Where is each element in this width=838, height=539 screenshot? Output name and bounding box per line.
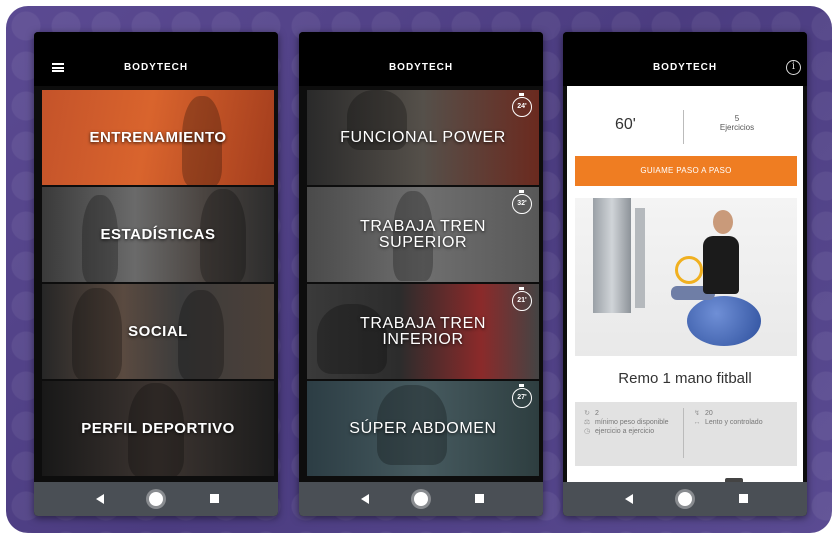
brand-logo: BODYTECH [652, 62, 718, 73]
guide-step-by-step-button[interactable]: GUIAME PASO A PASO [575, 156, 797, 186]
stopwatch-icon: 27' [512, 384, 532, 408]
tile-social[interactable]: SOCIAL [42, 284, 274, 379]
person-body [703, 236, 739, 294]
app-header: BODYTECH [299, 32, 543, 86]
back-triangle-icon[interactable] [361, 494, 369, 504]
tile-perfil-deportivo[interactable]: PERFIL DEPORTIVO [42, 381, 274, 476]
tile-label: FUNCIONAL POWER [340, 128, 506, 146]
tile-entrenamiento[interactable]: ENTRENAMIENTO [42, 90, 274, 185]
weight-note: mínimo peso disponible [595, 419, 669, 426]
stopwatch-icon: 24' [512, 93, 532, 117]
phone-workout-list: BODYTECH 24' FUNCIONAL POWER 32' TRABAJA… [299, 32, 543, 516]
specs-left: ↻ 2 ⚖ mínimo peso disponible ◷ ejercicio a … [583, 410, 673, 437]
app-header: BODYTECH [34, 32, 278, 86]
tile-label: ENTRENAMIENTO [89, 128, 227, 146]
back-triangle-icon[interactable] [96, 494, 104, 504]
cable-machine-post [635, 208, 645, 308]
recent-apps-square-icon[interactable] [739, 494, 748, 503]
specs-divider [683, 408, 684, 458]
android-nav-bar [299, 482, 543, 516]
reps-value: 20 [705, 410, 713, 417]
android-nav-bar [34, 482, 278, 516]
cable-machine [593, 198, 631, 313]
stopwatch-icon: 21' [512, 287, 532, 311]
exercise-count-value: 5 [734, 114, 740, 123]
fitball [687, 296, 761, 346]
rest-icon: ◷ [583, 428, 591, 435]
home-circle-icon[interactable] [414, 492, 428, 506]
info-icon[interactable]: i [786, 60, 801, 75]
tempo-icon: ↔ [693, 419, 701, 426]
workout-tiles: 24' FUNCIONAL POWER 32' TRABAJA TREN SUP… [307, 90, 539, 482]
reps-icon: ↯ [694, 410, 700, 417]
tile-tren-superior[interactable]: 32' TRABAJA TREN SUPERIOR [307, 187, 539, 282]
exercise-count: 5 Ejercicios [707, 114, 767, 132]
phone-exercise-detail: BODYTECH i 60' 5 Ejercicios GUIAME PASO … [563, 32, 807, 516]
tile-label: TRABAJA TREN SUPERIOR [359, 217, 487, 251]
stats-divider [683, 110, 684, 144]
exercise-note: ejercicio a ejercicio [595, 428, 655, 435]
tile-estadisticas[interactable]: ESTADÍSTICAS [42, 187, 274, 282]
app-header: BODYTECH i [563, 32, 807, 86]
exercise-specs: ↻ 2 ⚖ mínimo peso disponible ◷ ejercicio a … [575, 402, 797, 466]
back-triangle-icon[interactable] [625, 494, 633, 504]
tempo-value: Lento y controlado [705, 419, 763, 426]
sets-value: 2 [595, 410, 599, 417]
recent-apps-square-icon[interactable] [210, 494, 219, 503]
phone-home-menu: BODYTECH ENTRENAMIENTO ESTADÍSTICAS SOCI… [34, 32, 278, 516]
weight-icon: ⚖ [583, 419, 591, 426]
tile-label: SOCIAL [128, 322, 188, 340]
duration-value: 60' [615, 116, 636, 133]
sets-icon: ↻ [584, 410, 590, 417]
tile-label: ESTADÍSTICAS [100, 225, 216, 243]
brand-logo: BODYTECH [388, 62, 454, 73]
exercise-photo [575, 198, 797, 356]
tile-super-abdomen[interactable]: 27' SÚPER ABDOMEN [307, 381, 539, 476]
tile-label: SÚPER ABDOMEN [349, 419, 497, 437]
menu-tiles: ENTRENAMIENTO ESTADÍSTICAS SOCIAL PERFIL… [42, 90, 274, 482]
recent-apps-square-icon[interactable] [475, 494, 484, 503]
exercise-count-label: Ejercicios [719, 123, 755, 132]
brand-logo: BODYTECH [123, 62, 189, 73]
exercise-detail: 60' 5 Ejercicios GUIAME PASO A PASO Remo… [567, 86, 803, 482]
stopwatch-icon: 32' [512, 190, 532, 214]
exercise-name: Remo 1 mano fitball [618, 370, 752, 387]
tile-funcional-power[interactable]: 24' FUNCIONAL POWER [307, 90, 539, 185]
specs-right: ↯ 20 ↔ Lento y controlado [693, 410, 783, 428]
tile-label: TRABAJA TREN INFERIOR [359, 314, 487, 348]
tile-tren-inferior[interactable]: 21' TRABAJA TREN INFERIOR [307, 284, 539, 379]
workout-stats: 60' 5 Ejercicios [567, 86, 803, 154]
android-nav-bar [563, 482, 807, 516]
home-circle-icon[interactable] [678, 492, 692, 506]
person-head [713, 210, 733, 234]
home-circle-icon[interactable] [149, 492, 163, 506]
tile-label: PERFIL DEPORTIVO [81, 419, 235, 437]
cable-handle [675, 256, 703, 284]
